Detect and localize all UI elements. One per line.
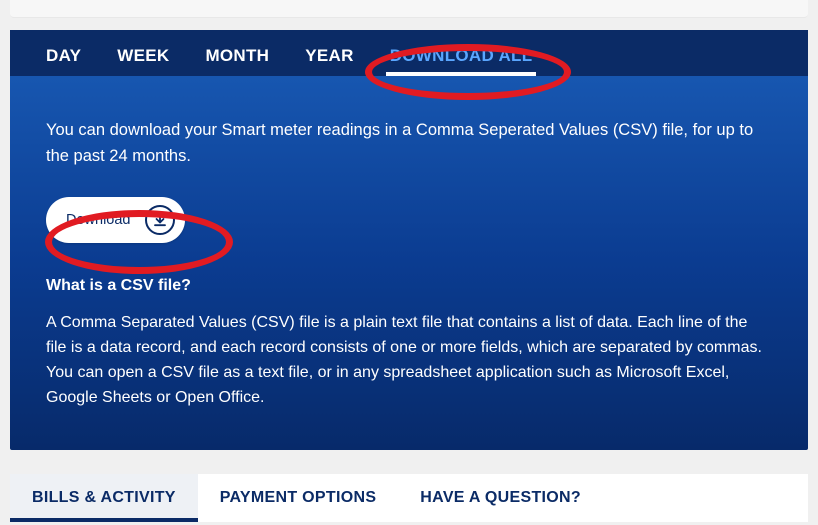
csv-faq-heading: What is a CSV file? (46, 277, 772, 295)
csv-faq-body: A Comma Separated Values (CSV) file is a… (46, 311, 766, 410)
tab-year[interactable]: YEAR (287, 34, 371, 76)
download-icon (145, 205, 175, 235)
tab-month[interactable]: MONTH (187, 34, 287, 76)
tab-download-all[interactable]: DOWNLOAD ALL (372, 34, 551, 76)
tab-payment-options[interactable]: PAYMENT OPTIONS (198, 474, 399, 522)
tab-bills-activity[interactable]: BILLS & ACTIVITY (10, 474, 198, 522)
time-range-tabs: DAY WEEK MONTH YEAR DOWNLOAD ALL (10, 30, 808, 76)
panel-body: You can download your Smart meter readin… (10, 76, 808, 450)
download-button-label: Download (66, 212, 131, 228)
tab-day[interactable]: DAY (28, 34, 99, 76)
top-card-edge (10, 0, 808, 18)
intro-text: You can download your Smart meter readin… (46, 118, 766, 169)
tab-have-a-question[interactable]: HAVE A QUESTION? (398, 474, 603, 522)
account-tabs: BILLS & ACTIVITY PAYMENT OPTIONS HAVE A … (10, 474, 808, 522)
download-panel: DAY WEEK MONTH YEAR DOWNLOAD ALL You can… (10, 30, 808, 450)
download-button[interactable]: Download (46, 197, 185, 243)
tab-week[interactable]: WEEK (99, 34, 187, 76)
